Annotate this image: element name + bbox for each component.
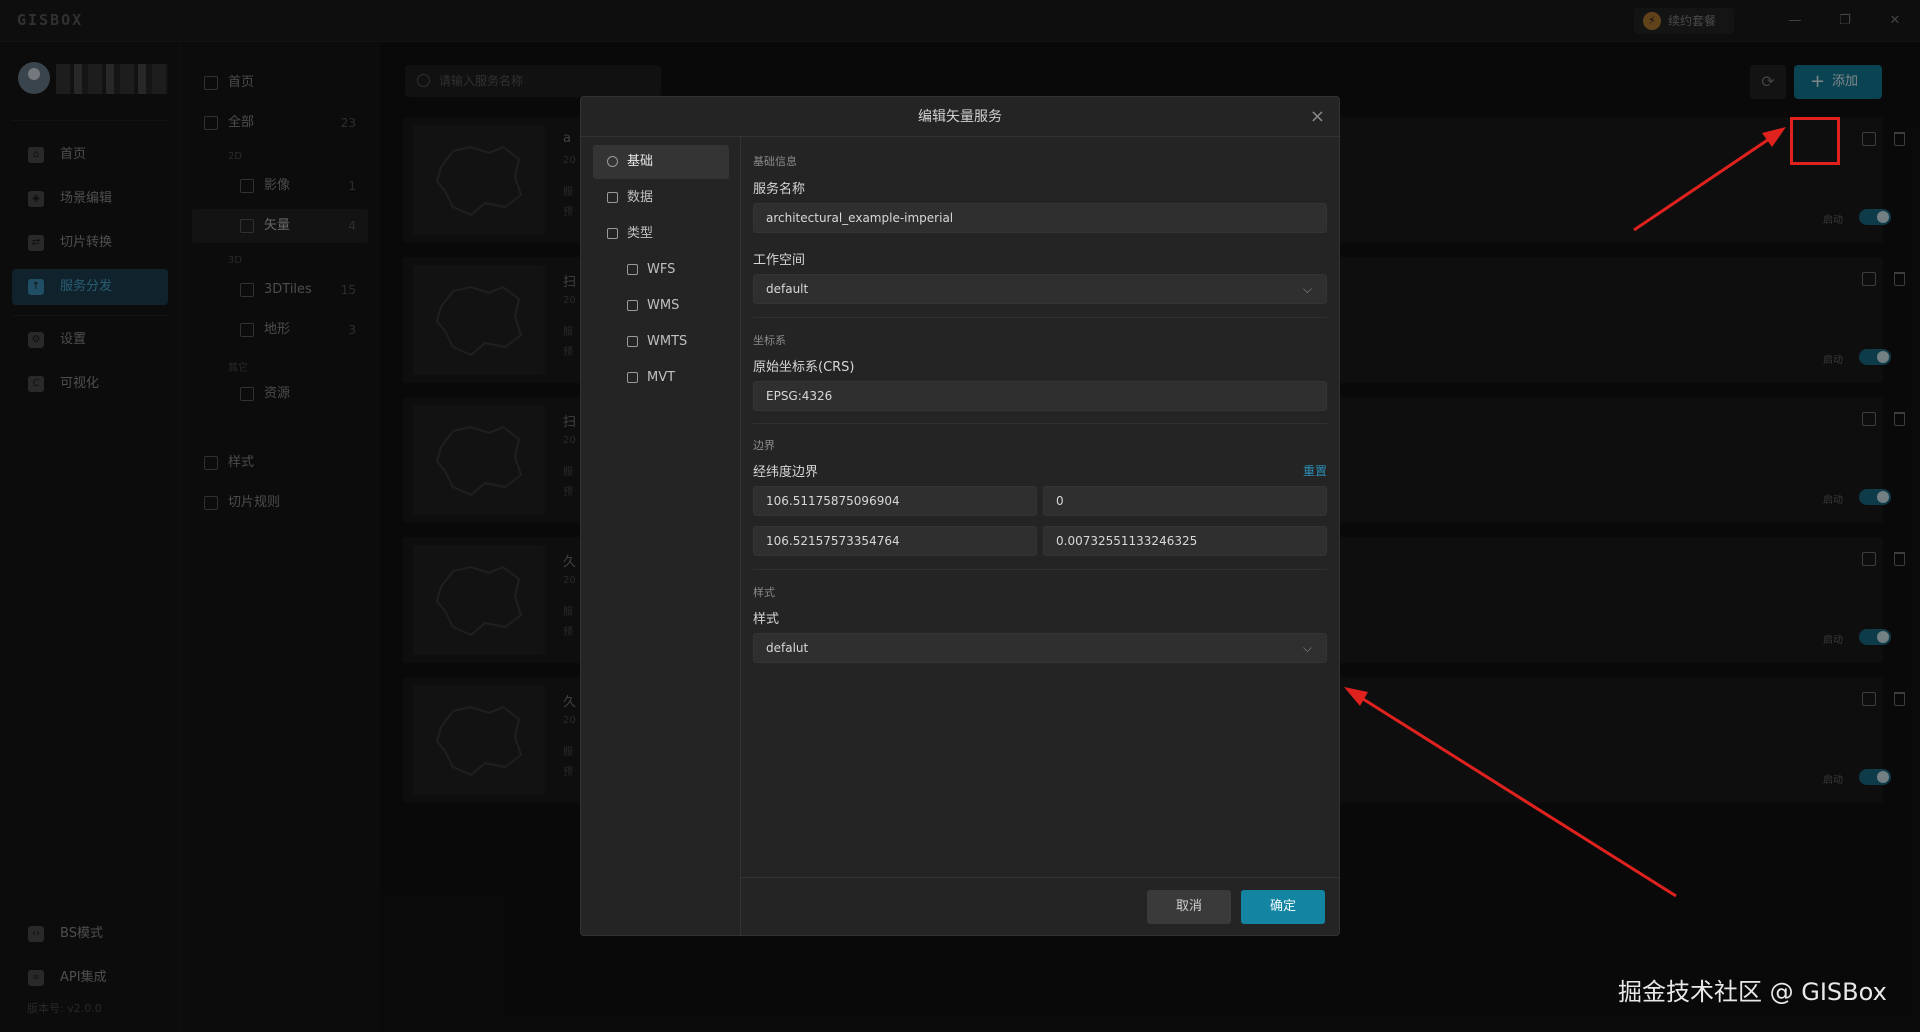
annotation-arrows	[1344, 127, 1786, 898]
watermark: 掘金技术社区 @ GISBox	[1618, 978, 1887, 1006]
